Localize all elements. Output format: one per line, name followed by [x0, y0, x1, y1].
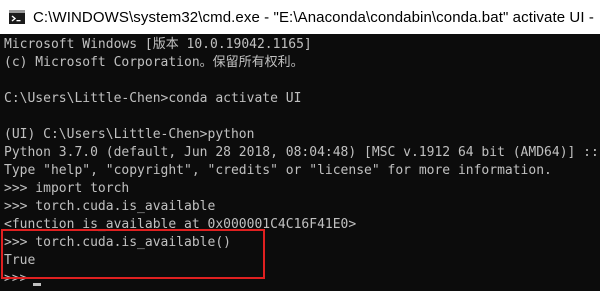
console-line: C:\Users\Little-Chen>conda activate UI	[4, 91, 302, 106]
console-line: Python 3.7.0 (default, Jun 28 2018, 08:0…	[4, 145, 599, 160]
console-line: Microsoft Windows [版本 10.0.19042.1165]	[4, 37, 312, 52]
console-line: >>> import torch	[4, 181, 130, 196]
window-title: C:\WINDOWS\system32\cmd.exe - "E:\Anacon…	[33, 8, 594, 26]
cmd-window: C:\WINDOWS\system32\cmd.exe - "E:\Anacon…	[0, 0, 600, 291]
text-cursor	[33, 283, 41, 286]
cmd-terminal-icon	[9, 10, 25, 24]
console-line: Type "help", "copyright", "credits" or "…	[4, 163, 552, 178]
console-line: (UI) C:\Users\Little-Chen>python	[4, 127, 255, 142]
console-line: (c) Microsoft Corporation。保留所有权利。	[4, 55, 304, 70]
highlight-annotation-box	[1, 229, 265, 279]
console-line: >>> torch.cuda.is_available	[4, 199, 216, 214]
console-output[interactable]: Microsoft Windows [版本 10.0.19042.1165] (…	[0, 34, 600, 291]
title-bar[interactable]: C:\WINDOWS\system32\cmd.exe - "E:\Anacon…	[0, 0, 600, 34]
